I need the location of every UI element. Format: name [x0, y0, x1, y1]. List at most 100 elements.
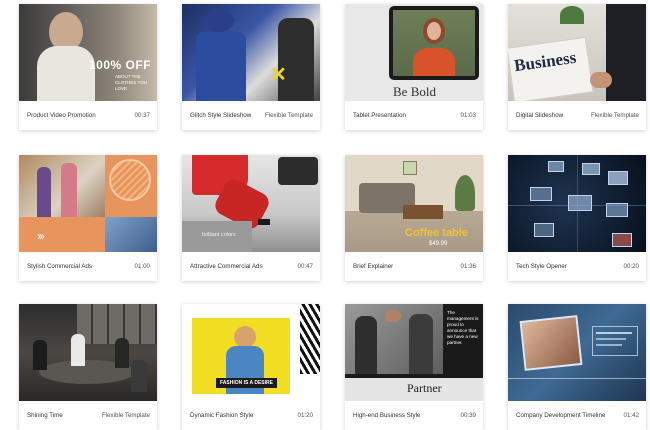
- template-thumbnail[interactable]: Business: [508, 4, 646, 101]
- template-title: Glitch Style Slideshow: [190, 112, 252, 119]
- template-card[interactable]: ✕ Glitch Style Slideshow Flexible Templa…: [182, 4, 320, 130]
- floating-photo: [612, 233, 632, 247]
- template-card[interactable]: Company Development Timeline 01:42: [508, 304, 646, 430]
- city-photo: [105, 217, 157, 252]
- fashion-tagline: FASHION IS A DESIRE: [216, 378, 277, 388]
- template-caption: Company Development Timeline 01:42: [508, 401, 646, 430]
- woman-coat: [413, 48, 455, 76]
- template-caption: Brief Explainer 01:36: [345, 252, 483, 281]
- arrows-icon: ›››: [37, 229, 45, 243]
- template-title: Attractive Commercial Ads: [190, 263, 263, 270]
- template-caption: Glitch Style Slideshow Flexible Template: [182, 101, 320, 130]
- template-card[interactable]: brilliant colors Attractive Commercial A…: [182, 155, 320, 281]
- template-card[interactable]: 100% OFF ABOUT THE CLOTHES YOU LOVE Prod…: [19, 4, 157, 130]
- text-line: [596, 338, 626, 340]
- floating-photo: [568, 195, 592, 211]
- tablet-frame: [389, 6, 479, 80]
- template-thumbnail[interactable]: [19, 304, 157, 401]
- glitch-x-mark: ✕: [270, 64, 287, 86]
- person-left: [355, 316, 377, 374]
- template-card[interactable]: FASHION IS A DESIRE Dynamic Fashion Styl…: [182, 304, 320, 430]
- template-duration: 00:37: [134, 112, 150, 119]
- template-caption: Tech Style Opener 00:20: [508, 252, 646, 281]
- football-helmet: [204, 10, 234, 32]
- template-title: High-end Business Style: [353, 412, 421, 419]
- shopper-right: [61, 163, 77, 217]
- person: [131, 360, 147, 392]
- grid-line: [577, 155, 578, 252]
- promo-headline: 100% OFF: [89, 58, 152, 72]
- floating-photo: [530, 187, 552, 201]
- hand: [590, 72, 612, 88]
- coffee-table: [403, 205, 443, 219]
- template-thumbnail[interactable]: ›››: [19, 155, 157, 252]
- template-card[interactable]: The management is proud to announce that…: [345, 304, 483, 430]
- timeline-axis: [508, 378, 646, 379]
- floating-photo: [582, 163, 600, 175]
- template-thumbnail[interactable]: 100% OFF ABOUT THE CLOTHES YOU LOVE: [19, 4, 157, 101]
- template-title: Product Video Promotion: [27, 112, 96, 119]
- person-right: [409, 314, 433, 374]
- high-five-hands: [385, 310, 401, 322]
- model-head: [234, 326, 256, 348]
- template-title: Company Development Timeline: [516, 412, 606, 419]
- template-duration: Flexible Template: [590, 112, 639, 119]
- wall-frame: [403, 161, 417, 175]
- person: [71, 334, 85, 366]
- template-duration: 01:36: [460, 263, 476, 270]
- template-card[interactable]: Coffee table $49.99 Brief Explainer 01:3…: [345, 155, 483, 281]
- shoppers-photo: [19, 155, 105, 217]
- tablet-screen: [393, 10, 475, 76]
- timeline-photo: [519, 315, 583, 371]
- template-duration: 00:20: [623, 263, 639, 270]
- floating-photo: [548, 161, 564, 172]
- product-name: Coffee table: [405, 227, 468, 239]
- woman-face: [427, 22, 441, 40]
- template-caption: Tablet Presentation 01:03: [345, 101, 483, 130]
- template-card[interactable]: Shining Time Flexible Template: [19, 304, 157, 430]
- template-thumbnail[interactable]: FASHION IS A DESIRE: [182, 304, 320, 401]
- template-title: Tablet Presentation: [353, 112, 406, 119]
- template-card[interactable]: Business Digital Slideshow Flexible Temp…: [508, 4, 646, 130]
- shoe: [258, 219, 270, 225]
- template-card[interactable]: Tech Style Opener 00:20: [508, 155, 646, 281]
- template-duration: 00:47: [297, 263, 313, 270]
- text-line: [596, 344, 622, 346]
- template-thumbnail[interactable]: ✕: [182, 4, 320, 101]
- info-box: [592, 326, 638, 356]
- template-thumbnail[interactable]: brilliant colors: [182, 155, 320, 252]
- tablet-headline: Be Bold: [393, 84, 436, 99]
- person: [115, 338, 129, 368]
- shopper-left: [37, 167, 51, 217]
- template-thumbnail[interactable]: [508, 155, 646, 252]
- person-shirt: [37, 46, 95, 101]
- template-caption: Digital Slideshow Flexible Template: [508, 101, 646, 130]
- template-title: Dynamic Fashion Style: [190, 412, 254, 419]
- template-caption: Product Video Promotion 00:37: [19, 101, 157, 130]
- promo-subtext: ABOUT THE CLOTHES YOU LOVE: [115, 74, 148, 91]
- template-title: Digital Slideshow: [516, 112, 564, 119]
- product-price: $49.99: [429, 241, 448, 247]
- plant-decor: [560, 6, 584, 24]
- template-card[interactable]: Be Bold Tablet Presentation 01:03: [345, 4, 483, 130]
- template-thumbnail[interactable]: The management is proud to announce that…: [345, 304, 483, 401]
- template-title: Brief Explainer: [353, 263, 394, 270]
- template-duration: Flexible Template: [101, 412, 150, 419]
- template-duration: 00:39: [460, 412, 476, 419]
- player-jersey: [196, 32, 246, 101]
- template-duration: 01:03: [460, 112, 476, 119]
- partner-headline: Partner: [407, 381, 442, 395]
- floating-photo: [534, 223, 554, 237]
- overlay-caption: brilliant colors: [202, 232, 236, 238]
- template-title: Shining Time: [27, 412, 63, 419]
- announcement-text: The management is proud to announce that…: [447, 310, 479, 345]
- template-thumbnail[interactable]: Be Bold: [345, 4, 483, 101]
- template-card[interactable]: ››› Stylish Commercial Ads 01:00: [19, 155, 157, 281]
- decor-circle: [109, 159, 151, 201]
- template-thumbnail[interactable]: [508, 304, 646, 401]
- handshake-photo: [345, 304, 443, 374]
- template-caption: Shining Time Flexible Template: [19, 401, 157, 430]
- floating-photo: [608, 171, 628, 185]
- template-duration: Flexible Template: [264, 112, 313, 119]
- template-thumbnail[interactable]: Coffee table $49.99: [345, 155, 483, 252]
